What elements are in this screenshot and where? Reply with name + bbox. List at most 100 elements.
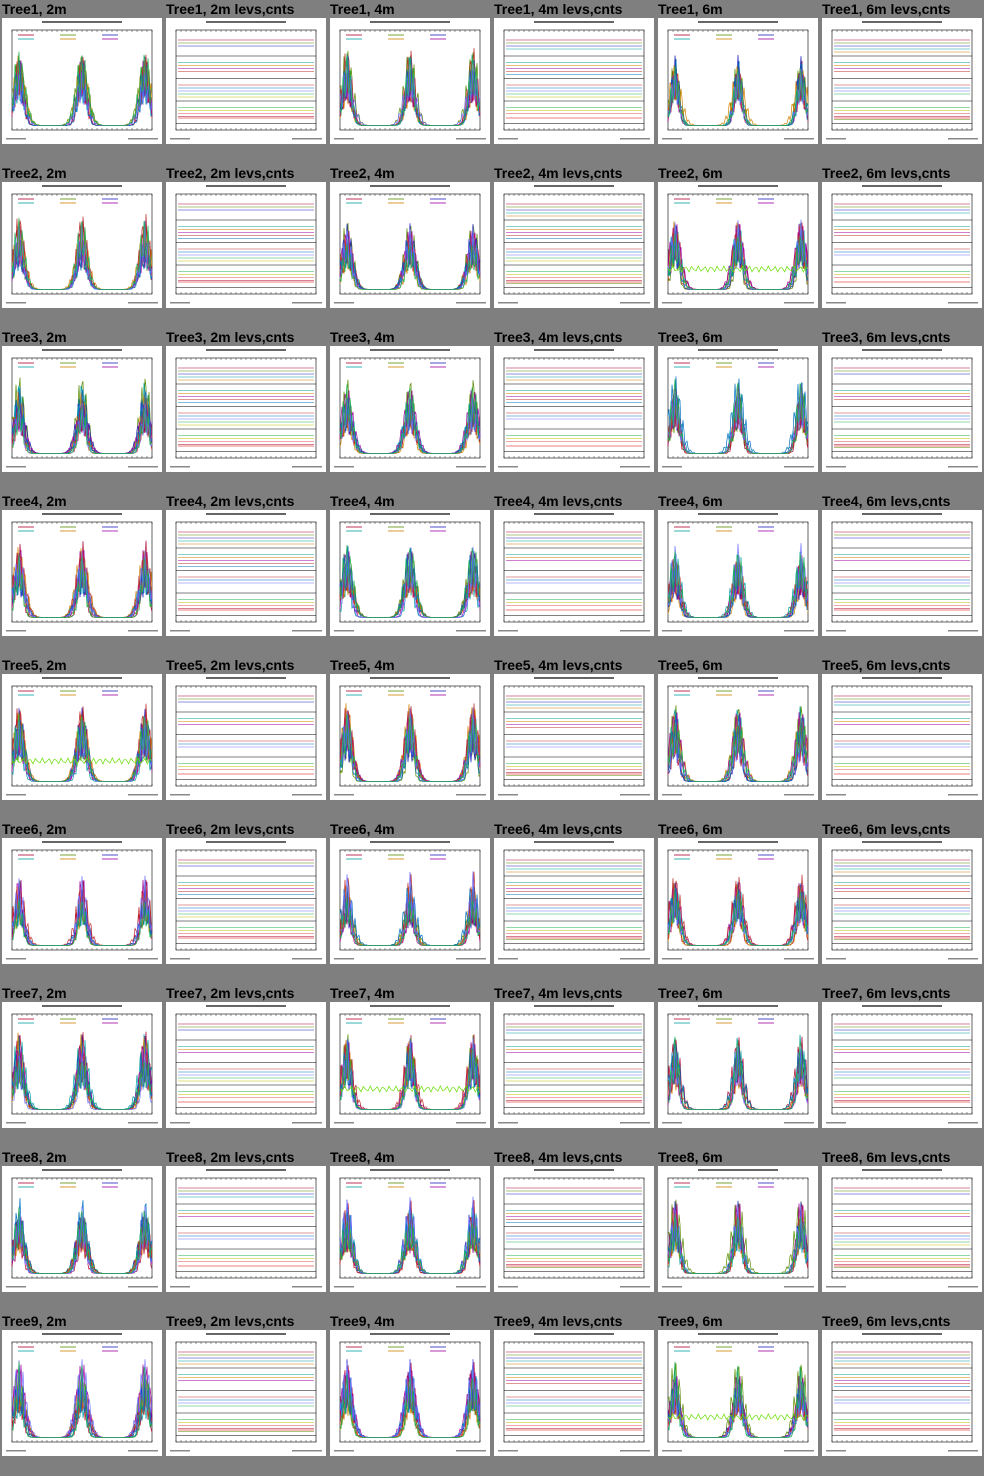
chart-header-mark: [862, 841, 942, 843]
chart-thumbnail[interactable]: [822, 674, 982, 800]
chart-thumbnail[interactable]: [166, 1166, 326, 1292]
chart-header-mark: [370, 1169, 450, 1171]
chart-thumbnail[interactable]: [2, 182, 162, 308]
chart-thumbnail[interactable]: [658, 1166, 818, 1292]
chart-header-mark: [534, 841, 614, 843]
chart-thumbnail[interactable]: [330, 1002, 490, 1128]
chart-svg: [826, 841, 978, 960]
chart-thumbnail[interactable]: [330, 182, 490, 308]
chart-thumbnail[interactable]: [494, 674, 654, 800]
chart-title: Tree3, 6m levs,cnts: [822, 329, 951, 345]
chart-thumbnail[interactable]: [330, 674, 490, 800]
chart-thumbnail[interactable]: [166, 674, 326, 800]
footer-mark: [826, 466, 846, 468]
chart-thumbnail[interactable]: [494, 1002, 654, 1128]
chart-thumbnail[interactable]: [658, 1330, 818, 1456]
series-line: [339, 1200, 481, 1274]
footer-mark: [170, 1450, 190, 1452]
chart-svg: [826, 1005, 978, 1124]
series-line: [11, 561, 153, 618]
chart-thumbnail[interactable]: [822, 1166, 982, 1292]
chart-thumbnail[interactable]: [2, 346, 162, 472]
chart-svg: [334, 513, 486, 632]
chart-svg: [498, 349, 650, 468]
footer-mark: [456, 302, 486, 304]
chart-header-mark: [206, 841, 286, 843]
chart-thumbnail[interactable]: [2, 1002, 162, 1128]
chart-thumbnail[interactable]: [330, 510, 490, 636]
chart-thumbnail[interactable]: [494, 1330, 654, 1456]
chart-cell: Tree5, 4m: [328, 656, 492, 820]
chart-thumbnail[interactable]: [494, 18, 654, 144]
plot-frame: [503, 1341, 645, 1443]
chart-thumbnail[interactable]: [822, 346, 982, 472]
footer-mark: [334, 1450, 354, 1452]
chart-thumbnail[interactable]: [166, 838, 326, 964]
chart-thumbnail[interactable]: [658, 346, 818, 472]
chart-thumbnail[interactable]: [822, 182, 982, 308]
chart-thumbnail[interactable]: [822, 1002, 982, 1128]
chart-thumbnail[interactable]: [494, 346, 654, 472]
chart-thumbnail[interactable]: [822, 838, 982, 964]
footer-mark: [498, 1450, 518, 1452]
chart-header-mark: [862, 1005, 942, 1007]
chart-thumbnail[interactable]: [2, 1166, 162, 1292]
footer-mark: [292, 1286, 322, 1288]
chart-cell: Tree8, 6m: [656, 1148, 820, 1312]
chart-thumbnail[interactable]: [494, 1166, 654, 1292]
chart-thumbnail[interactable]: [330, 18, 490, 144]
chart-cell: Tree9, 6m levs,cnts: [820, 1312, 984, 1476]
chart-thumbnail[interactable]: [2, 510, 162, 636]
plot-frame: [831, 1177, 973, 1279]
chart-header-mark: [862, 1169, 942, 1171]
chart-svg: [498, 1005, 650, 1124]
chart-title: Tree6, 2m levs,cnts: [166, 821, 295, 837]
chart-thumbnail[interactable]: [330, 838, 490, 964]
chart-thumbnail[interactable]: [658, 1002, 818, 1128]
chart-thumbnail[interactable]: [166, 510, 326, 636]
chart-title: Tree2, 6m: [658, 165, 723, 181]
footer-mark: [170, 630, 190, 632]
chart-thumbnail[interactable]: [822, 1330, 982, 1456]
chart-thumbnail[interactable]: [2, 18, 162, 144]
chart-title: Tree9, 4m levs,cnts: [494, 1313, 623, 1329]
chart-thumbnail[interactable]: [658, 510, 818, 636]
chart-thumbnail[interactable]: [166, 346, 326, 472]
chart-thumbnail[interactable]: [330, 1330, 490, 1456]
series-line: [339, 560, 481, 618]
chart-svg: [826, 185, 978, 304]
chart-thumbnail[interactable]: [166, 1002, 326, 1128]
chart-thumbnail[interactable]: [658, 838, 818, 964]
footer-mark: [334, 958, 354, 960]
footer-mark: [456, 466, 486, 468]
chart-svg: [498, 513, 650, 632]
footer-mark: [334, 466, 354, 468]
chart-thumbnail[interactable]: [2, 674, 162, 800]
chart-thumbnail[interactable]: [494, 182, 654, 308]
chart-thumbnail[interactable]: [658, 674, 818, 800]
chart-thumbnail[interactable]: [494, 510, 654, 636]
chart-thumbnail[interactable]: [166, 18, 326, 144]
chart-title: Tree1, 2m levs,cnts: [166, 1, 295, 17]
chart-title: Tree5, 6m levs,cnts: [822, 657, 951, 673]
footer-mark: [128, 794, 158, 796]
chart-thumbnail[interactable]: [2, 1330, 162, 1456]
chart-thumbnail[interactable]: [658, 18, 818, 144]
chart-title: Tree6, 4m levs,cnts: [494, 821, 623, 837]
chart-header-mark: [698, 1333, 778, 1335]
chart-thumbnail[interactable]: [166, 1330, 326, 1456]
chart-thumbnail[interactable]: [658, 182, 818, 308]
chart-thumbnail[interactable]: [330, 346, 490, 472]
chart-thumbnail[interactable]: [494, 838, 654, 964]
chart-title: Tree3, 4m: [330, 329, 395, 345]
chart-thumbnail[interactable]: [330, 1166, 490, 1292]
chart-title: Tree2, 2m: [2, 165, 67, 181]
chart-thumbnail[interactable]: [2, 838, 162, 964]
footer-mark: [498, 138, 518, 140]
chart-title: Tree2, 4m: [330, 165, 395, 181]
chart-svg: [6, 677, 158, 796]
chart-header-mark: [862, 513, 942, 515]
chart-thumbnail[interactable]: [822, 510, 982, 636]
chart-thumbnail[interactable]: [822, 18, 982, 144]
chart-thumbnail[interactable]: [166, 182, 326, 308]
